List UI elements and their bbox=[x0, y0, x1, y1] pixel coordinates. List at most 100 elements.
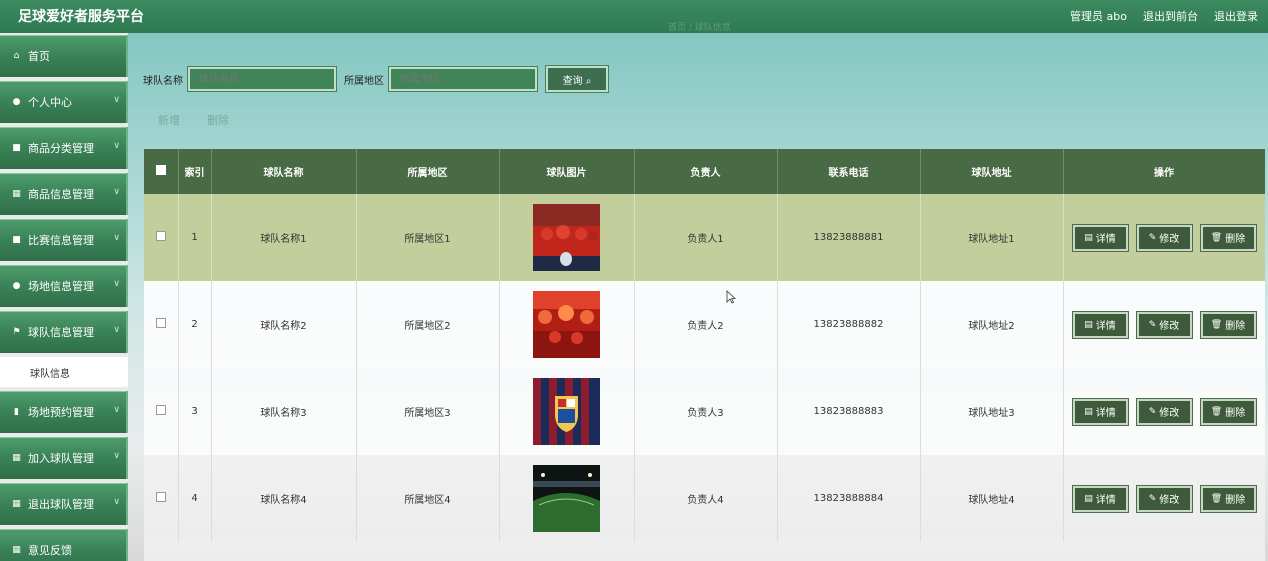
team-photo[interactable] bbox=[533, 378, 600, 445]
select-all-cell[interactable] bbox=[144, 149, 179, 194]
select-all-checkbox[interactable] bbox=[155, 165, 166, 175]
chevron-down-icon: ∨ bbox=[113, 279, 120, 289]
row-checkbox[interactable] bbox=[155, 318, 166, 328]
detail-button[interactable]: ▤ 详情 bbox=[1072, 485, 1128, 512]
table-row[interactable]: 3 球队名称3 所属地区3 负责人3 13823888883 球队地址3 ▤ 详情 bbox=[144, 368, 1265, 455]
address-cell: 球队地址3 bbox=[920, 368, 1064, 455]
user-icon: ● bbox=[12, 96, 21, 107]
grid-icon: ▦ bbox=[12, 498, 21, 509]
sidebar-item-label: 加入球队管理 bbox=[28, 452, 94, 465]
region-cell: 所属地区2 bbox=[356, 281, 500, 368]
edit-button[interactable]: ✎ 修改 bbox=[1136, 224, 1192, 251]
delete-label: 删除 bbox=[1225, 321, 1246, 332]
manager-cell: 负责人2 bbox=[634, 281, 778, 368]
trash-icon: 🗑 bbox=[1210, 493, 1223, 504]
team-name-input[interactable] bbox=[188, 67, 336, 91]
team-name-cell: 球队名称1 bbox=[211, 194, 357, 281]
sidebar-item-feedback[interactable]: ▦ 意见反馈 bbox=[0, 529, 128, 561]
mouse-cursor-icon bbox=[726, 290, 736, 304]
delete-button[interactable]: 删除 bbox=[207, 112, 229, 128]
table-row[interactable]: 2 球队名称2 所属地区2 负责人2 13823888882 球队地址2 ▤ 详情 bbox=[144, 281, 1265, 368]
index-cell: 1 bbox=[178, 194, 212, 281]
add-button[interactable]: 新增 bbox=[158, 112, 180, 128]
row-checkbox[interactable] bbox=[155, 405, 166, 415]
sidebar-item-venue-booking[interactable]: ▮ 场地预约管理 ∨ bbox=[0, 391, 128, 433]
pencil-icon: ✎ bbox=[1148, 406, 1157, 417]
edit-button[interactable]: ✎ 修改 bbox=[1136, 398, 1192, 425]
column-header: 联系电话 bbox=[777, 149, 921, 194]
back-to-front-link[interactable]: 退出到前台 bbox=[1143, 8, 1198, 24]
bar-chart-icon: ▮ bbox=[14, 406, 19, 417]
sidebar-item-personal-center[interactable]: ● 个人中心 ∨ bbox=[0, 81, 128, 123]
sidebar-item-venue-info[interactable]: ● 场地信息管理 ∨ bbox=[0, 265, 128, 307]
sidebar-item-label: 意见反馈 bbox=[28, 544, 72, 557]
column-header: 球队地址 bbox=[920, 149, 1064, 194]
manager-cell: 负责人1 bbox=[634, 194, 778, 281]
delete-label: 删除 bbox=[1225, 408, 1246, 419]
column-header: 球队名称 bbox=[211, 149, 357, 194]
team-name-cell: 球队名称4 bbox=[211, 455, 357, 542]
delete-label: 删除 bbox=[1225, 234, 1246, 245]
delete-row-button[interactable]: 🗑 删除 bbox=[1200, 485, 1256, 512]
sidebar-item-label: 场地信息管理 bbox=[28, 280, 94, 293]
logout-link[interactable]: 退出登录 bbox=[1214, 8, 1258, 24]
sidebar-item-label: 商品信息管理 bbox=[28, 188, 94, 201]
sidebar: ⌂ 首页 ● 个人中心 ∨ ■ 商品分类管理 ∨ ▦ 商品信息管理 ∨ ■ 比赛… bbox=[0, 33, 128, 561]
grid-icon: ▦ bbox=[12, 188, 21, 199]
region-cell: 所属地区1 bbox=[356, 194, 500, 281]
sidebar-item-label: 球队信息管理 bbox=[28, 326, 94, 339]
query-button[interactable]: 查询 ⌕ bbox=[546, 66, 608, 92]
edit-button[interactable]: ✎ 修改 bbox=[1136, 485, 1192, 512]
sidebar-item-join-team[interactable]: ▦ 加入球队管理 ∨ bbox=[0, 437, 128, 479]
search-icon: ⌕ bbox=[585, 75, 592, 87]
sidebar-item-product-info[interactable]: ▦ 商品信息管理 ∨ bbox=[0, 173, 128, 215]
sidebar-item-label: 退出球队管理 bbox=[28, 498, 94, 511]
sidebar-item-label: 商品分类管理 bbox=[28, 142, 94, 155]
user-icon: ● bbox=[12, 280, 21, 291]
row-checkbox[interactable] bbox=[155, 231, 166, 241]
column-header: 索引 bbox=[178, 149, 212, 194]
sidebar-item-label: 个人中心 bbox=[28, 96, 72, 109]
delete-row-button[interactable]: 🗑 删除 bbox=[1200, 311, 1256, 338]
team-photo[interactable] bbox=[533, 291, 600, 358]
pencil-icon: ✎ bbox=[1148, 319, 1157, 330]
table-row[interactable]: 1 球队名称1 所属地区1 负责人1 13823888881 球队地址1 ▤ 详… bbox=[144, 194, 1265, 281]
edit-button[interactable]: ✎ 修改 bbox=[1136, 311, 1192, 338]
delete-row-button[interactable]: 🗑 删除 bbox=[1200, 398, 1256, 425]
trash-icon: 🗑 bbox=[1210, 319, 1223, 330]
chevron-down-icon: ∨ bbox=[113, 233, 120, 243]
address-cell: 球队地址2 bbox=[920, 281, 1064, 368]
admin-label: 管理员 abo bbox=[1070, 10, 1127, 23]
team-image-cell bbox=[499, 455, 635, 542]
chevron-down-icon: ∨ bbox=[113, 325, 120, 335]
region-input[interactable] bbox=[389, 67, 537, 91]
table-row[interactable]: 4 球队名称4 所属地区4 负责人4 13823888884 球队地址4 ▤ 详情… bbox=[144, 455, 1265, 542]
team-image-cell bbox=[499, 281, 635, 368]
operations-cell: ▤ 详情 ✎ 修改 🗑 删除 bbox=[1063, 368, 1265, 455]
home-icon: ⌂ bbox=[13, 50, 20, 61]
operations-cell: ▤ 详情 ✎ 修改 🗑 删除 bbox=[1063, 455, 1265, 542]
pencil-icon: ✎ bbox=[1148, 232, 1157, 243]
delete-row-button[interactable]: 🗑 删除 bbox=[1200, 224, 1256, 251]
region-label: 所属地区 bbox=[344, 75, 384, 87]
team-name-cell: 球队名称3 bbox=[211, 368, 357, 455]
detail-button[interactable]: ▤ 详情 bbox=[1072, 311, 1128, 338]
detail-button[interactable]: ▤ 详情 bbox=[1072, 398, 1128, 425]
team-photo[interactable] bbox=[533, 204, 600, 271]
sidebar-item-team-info[interactable]: ⚑ 球队信息管理 ∨ bbox=[0, 311, 128, 353]
detail-button[interactable]: ▤ 详情 bbox=[1072, 224, 1128, 251]
chevron-down-icon: ∨ bbox=[113, 141, 120, 151]
submenu-team-info[interactable]: 球队信息 bbox=[0, 357, 128, 387]
index-cell: 2 bbox=[178, 281, 212, 368]
sidebar-item-product-category[interactable]: ■ 商品分类管理 ∨ bbox=[0, 127, 128, 169]
delete-label: 删除 bbox=[1225, 495, 1246, 506]
trash-icon: 🗑 bbox=[1210, 232, 1223, 243]
sidebar-item-home[interactable]: ⌂ 首页 bbox=[0, 35, 128, 77]
row-checkbox[interactable] bbox=[155, 492, 166, 502]
detail-label: 详情 bbox=[1095, 234, 1116, 245]
sidebar-item-quit-team[interactable]: ▦ 退出球队管理 ∨ bbox=[0, 483, 128, 525]
box-icon: ■ bbox=[12, 142, 21, 153]
chevron-down-icon: ∨ bbox=[113, 95, 120, 105]
sidebar-item-match-info[interactable]: ■ 比赛信息管理 ∨ bbox=[0, 219, 128, 261]
team-photo[interactable] bbox=[533, 465, 600, 532]
